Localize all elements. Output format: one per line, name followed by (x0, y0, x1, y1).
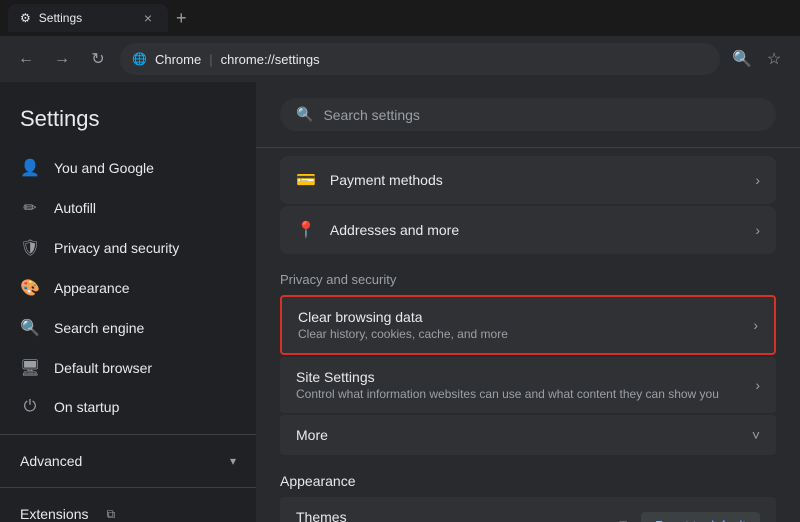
sidebar-item-you-and-google[interactable]: 👤 You and Google (0, 148, 244, 188)
search-bar[interactable]: 🔍 Search settings (280, 98, 776, 131)
payment-methods-label: Payment methods (330, 172, 443, 188)
address-brand: Chrome (155, 52, 201, 67)
sidebar-extensions-label: Extensions (20, 506, 88, 522)
sidebar-divider-2 (0, 487, 256, 488)
chevron-down-icon: ▾ (230, 454, 236, 468)
more-row[interactable]: More ˅ (280, 415, 776, 455)
forward-button[interactable]: → (48, 45, 76, 73)
settings-layout: Settings 👤 You and Google ✏ Autofill 🛡 P… (0, 82, 800, 522)
new-tab-button[interactable]: + (176, 8, 187, 29)
chevron-right-icon: › (753, 317, 758, 333)
clear-browsing-inner: Clear browsing data Clear history, cooki… (298, 309, 508, 341)
content-section: 💳 Payment methods › 📍 Addresses and more… (256, 148, 800, 522)
addresses-row[interactable]: 📍 Addresses and more › (280, 206, 776, 254)
address-separator: | (209, 52, 212, 67)
privacy-section-title: Privacy and security (280, 256, 776, 295)
more-label: More (296, 427, 328, 443)
addresses-inner: 📍 Addresses and more (296, 220, 459, 240)
search-icon: 🔍 (20, 318, 40, 338)
search-bar-wrap: 🔍 Search settings (256, 82, 800, 148)
main-content: 🔍 Search settings 💳 Payment methods › 📍 … (256, 82, 800, 522)
payment-methods-inner: 💳 Payment methods (296, 170, 443, 190)
clear-browsing-row[interactable]: Clear browsing data Clear history, cooki… (280, 295, 776, 355)
sidebar: Settings 👤 You and Google ✏ Autofill 🛡 P… (0, 82, 256, 522)
bookmark-button[interactable]: ☆ (760, 45, 788, 73)
sidebar-item-advanced[interactable]: Advanced ▾ (0, 443, 256, 479)
appearance-section-title: Appearance (280, 457, 776, 497)
tab-favicon-icon: ⚙ (20, 11, 31, 25)
shield-icon: 🛡 (20, 238, 40, 258)
sidebar-item-search-engine[interactable]: 🔍 Search engine (0, 308, 244, 348)
themes-right: ⧉ Reset to default (619, 512, 760, 522)
chevron-right-icon: › (755, 172, 760, 188)
title-bar: ⚙ Settings × + (0, 0, 800, 36)
external-link-icon: ⧉ (106, 507, 115, 522)
sidebar-item-label: Appearance (54, 280, 130, 296)
sidebar-item-default-browser[interactable]: 🖥 Default browser (0, 348, 244, 388)
themes-left: Themes Just Black (296, 509, 351, 522)
sidebar-item-label: Autofill (54, 200, 96, 216)
addresses-label: Addresses and more (330, 222, 459, 238)
sidebar-divider (0, 434, 256, 435)
themes-row[interactable]: Themes Just Black ⧉ Reset to default (280, 497, 776, 522)
chevron-right-icon: › (755, 222, 760, 238)
sidebar-item-label: Search engine (54, 320, 144, 336)
sidebar-item-label: Default browser (54, 360, 152, 376)
address-url: chrome://settings (221, 52, 320, 67)
address-bar[interactable]: 🌐 Chrome | chrome://settings (120, 43, 720, 75)
sidebar-item-privacy[interactable]: 🛡 Privacy and security (0, 228, 244, 268)
sidebar-item-label: You and Google (54, 160, 154, 176)
site-security-icon: 🌐 (132, 52, 147, 66)
clear-browsing-sublabel: Clear history, cookies, cache, and more (298, 327, 508, 341)
search-placeholder: Search settings (323, 107, 420, 123)
payment-icon: 💳 (296, 170, 316, 190)
chevron-right-icon: › (755, 377, 760, 393)
nav-bar: ← → ↻ 🌐 Chrome | chrome://settings 🔍 ☆ (0, 36, 800, 82)
startup-icon: ⏻ (20, 398, 40, 416)
reload-button[interactable]: ↻ (84, 45, 112, 73)
sidebar-item-on-startup[interactable]: ⏻ On startup (0, 388, 244, 426)
tab-close-button[interactable]: × (140, 10, 156, 26)
toolbar-right: 🔍 ☆ (728, 45, 788, 73)
sidebar-advanced-label: Advanced (20, 453, 82, 469)
external-link-icon[interactable]: ⧉ (619, 517, 629, 522)
sidebar-item-autofill[interactable]: ✏ Autofill (0, 188, 244, 228)
site-settings-label: Site Settings (296, 369, 719, 385)
sidebar-item-label: Privacy and security (54, 240, 179, 256)
sidebar-item-label: On startup (54, 399, 119, 415)
site-settings-sublabel: Control what information websites can us… (296, 387, 719, 401)
browser-icon: 🖥 (20, 358, 40, 378)
advanced-left: Advanced (20, 453, 82, 469)
clear-browsing-label: Clear browsing data (298, 309, 508, 325)
edit-icon: ✏ (20, 198, 40, 218)
payment-methods-row[interactable]: 💳 Payment methods › (280, 156, 776, 204)
search-toolbar-button[interactable]: 🔍 (728, 45, 756, 73)
site-settings-row[interactable]: Site Settings Control what information w… (280, 357, 776, 413)
person-icon: 👤 (20, 158, 40, 178)
site-settings-inner: Site Settings Control what information w… (296, 369, 719, 401)
sidebar-title: Settings (0, 98, 256, 148)
sidebar-item-appearance[interactable]: 🎨 Appearance (0, 268, 244, 308)
search-icon: 🔍 (296, 106, 313, 123)
chevron-down-icon: ˅ (752, 427, 760, 443)
location-icon: 📍 (296, 220, 316, 240)
appearance-icon: 🎨 (20, 278, 40, 298)
reset-to-default-button[interactable]: Reset to default (641, 512, 760, 522)
sidebar-item-extensions[interactable]: Extensions ⧉ (0, 496, 256, 522)
tab-title: Settings (39, 11, 82, 25)
themes-label: Themes (296, 509, 351, 522)
back-button[interactable]: ← (12, 45, 40, 73)
browser-tab[interactable]: ⚙ Settings × (8, 4, 168, 32)
